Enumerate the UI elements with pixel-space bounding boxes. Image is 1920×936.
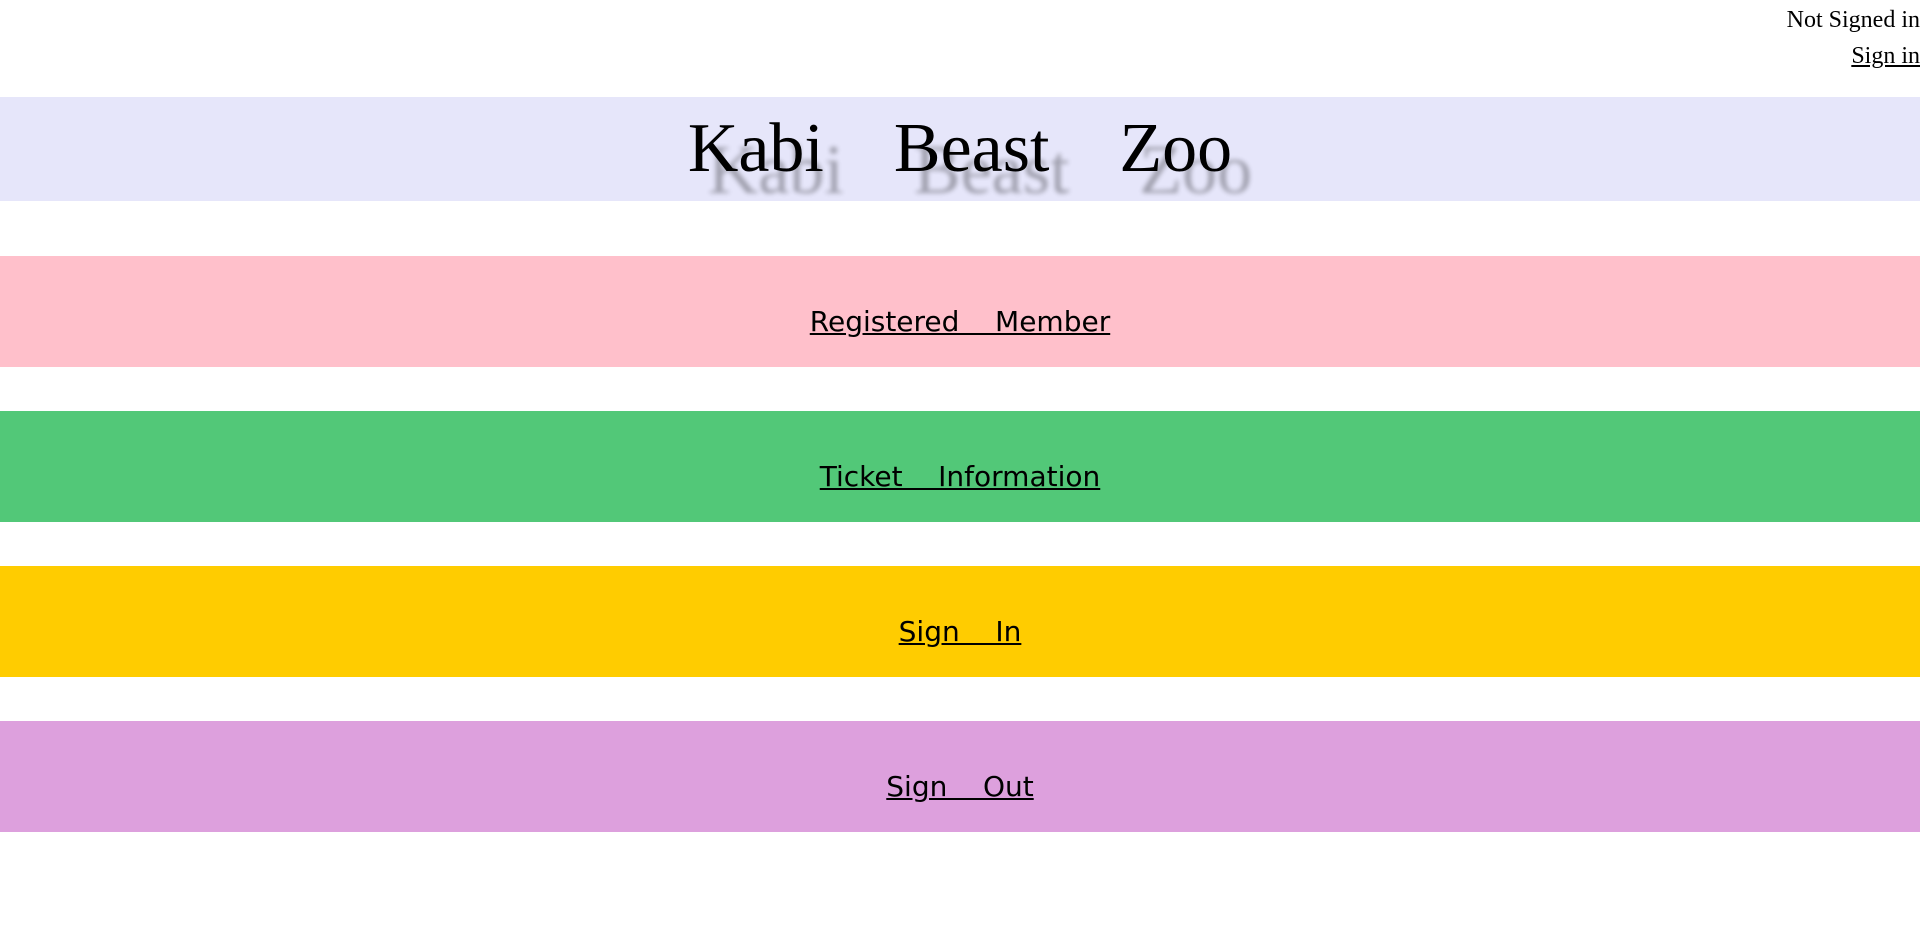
auth-status: Not Signed in Sign in xyxy=(1787,2,1920,74)
sign-in-status-text: Not Signed in xyxy=(1786,7,1920,33)
sign-out-nav-link[interactable]: Sign Out xyxy=(886,770,1033,804)
registered-member-link[interactable]: Registered Member xyxy=(810,305,1110,339)
sign-in-nav-link[interactable]: Sign In xyxy=(899,615,1022,649)
page-title: Kabi Beast Zoo xyxy=(687,110,1233,187)
nav-band-registered-member: Registered Member xyxy=(0,256,1920,367)
nav-band-ticket-information: Ticket Information xyxy=(0,411,1920,522)
ticket-information-link[interactable]: Ticket Information xyxy=(820,460,1101,494)
nav-band-sign-out: Sign Out xyxy=(0,721,1920,832)
sign-in-link[interactable]: Sign in xyxy=(1851,43,1920,69)
title-banner: Kabi Beast Zoo xyxy=(0,97,1920,201)
nav-band-sign-in: Sign In xyxy=(0,566,1920,677)
